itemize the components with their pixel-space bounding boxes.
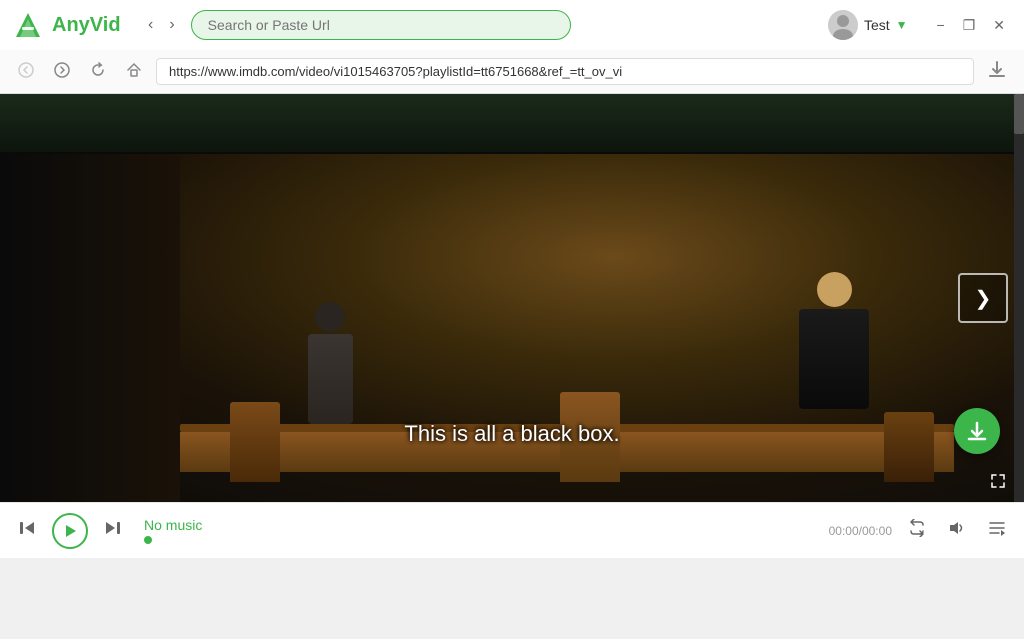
minimize-button[interactable]: − <box>930 13 952 37</box>
app-name: AnyVid <box>52 14 121 37</box>
download-page-button[interactable] <box>982 56 1012 87</box>
refresh-icon <box>90 62 106 78</box>
music-prev-button[interactable] <box>12 515 42 546</box>
skip-forward-icon <box>104 519 122 537</box>
browser-bar <box>0 50 1024 94</box>
user-name: Test <box>864 17 890 33</box>
back-nav-button[interactable]: ‹ <box>142 12 159 38</box>
search-input[interactable] <box>191 10 571 40</box>
forward-nav-button[interactable]: › <box>163 12 180 38</box>
fullscreen-icon <box>990 473 1006 489</box>
music-playlist-button[interactable] <box>982 515 1012 546</box>
url-input[interactable] <box>156 58 974 85</box>
logo-area: AnyVid <box>12 9 132 41</box>
music-volume-icon <box>948 519 966 537</box>
fullscreen-button[interactable] <box>990 473 1006 494</box>
music-next-button[interactable] <box>98 515 128 546</box>
music-title: No music <box>144 517 264 533</box>
music-repeat-button[interactable] <box>902 515 932 546</box>
user-area: Test ▼ <box>828 10 908 40</box>
window-controls: − ❐ ✕ <box>930 13 1012 38</box>
forward-arrow-icon <box>54 62 70 78</box>
music-time: 00:00/00:00 <box>829 524 892 538</box>
playlist-icon <box>988 519 1006 537</box>
download-float-icon <box>966 420 988 442</box>
nav-arrows: ‹ › <box>142 12 181 38</box>
music-player: No music 00:00/00:00 <box>0 502 1024 558</box>
music-info: No music <box>144 517 264 544</box>
video-player[interactable]: This is all a black box. ❯ <box>0 94 1024 502</box>
video-subtitle: This is all a black box. <box>404 421 619 447</box>
play-icon <box>63 524 77 538</box>
download-icon <box>988 60 1006 78</box>
music-play-button[interactable] <box>52 513 88 549</box>
user-dropdown-icon[interactable]: ▼ <box>896 18 908 32</box>
close-button[interactable]: ✕ <box>986 13 1012 38</box>
home-icon <box>126 62 142 78</box>
music-volume-button[interactable] <box>942 515 972 546</box>
download-video-button[interactable] <box>954 408 1000 454</box>
maximize-button[interactable]: ❐ <box>956 13 983 38</box>
back-arrow-icon <box>18 62 34 78</box>
app-logo-icon <box>12 9 44 41</box>
home-button[interactable] <box>120 58 148 86</box>
next-video-button[interactable]: ❯ <box>958 273 1008 323</box>
scrollbar-thumb <box>1014 94 1024 134</box>
video-scrollbar[interactable] <box>1014 94 1024 502</box>
title-bar: AnyVid ‹ › Test ▼ − ❐ ✕ <box>0 0 1024 50</box>
repeat-icon <box>908 519 926 537</box>
forward-button[interactable] <box>48 58 76 86</box>
back-button[interactable] <box>12 58 40 86</box>
refresh-button[interactable] <box>84 58 112 86</box>
avatar <box>828 10 858 40</box>
video-scene: This is all a black box. ❯ <box>0 94 1024 502</box>
skip-back-icon <box>18 519 36 537</box>
music-dot-indicator <box>144 536 152 544</box>
